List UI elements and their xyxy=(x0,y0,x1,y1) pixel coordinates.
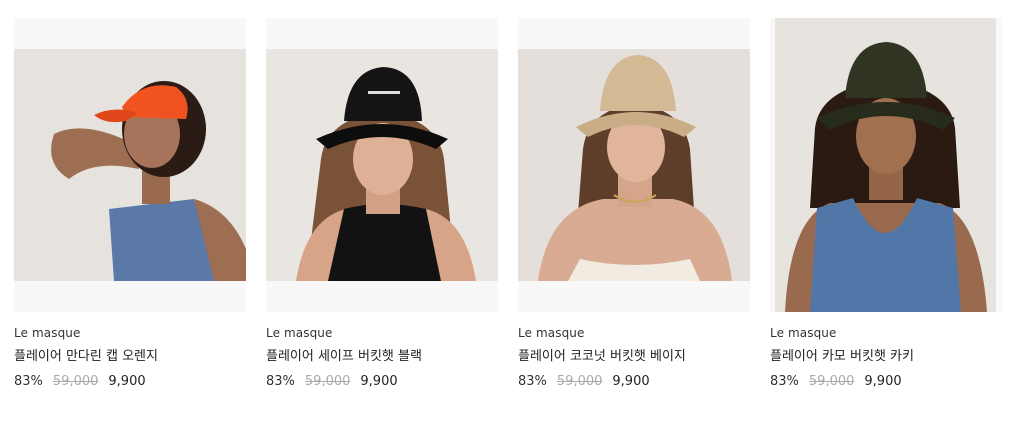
sale-price: 9,900 xyxy=(360,374,398,389)
brand-name[interactable]: Le masque xyxy=(14,326,80,340)
product-image-link[interactable] xyxy=(14,18,246,312)
product-image-link[interactable] xyxy=(518,18,750,312)
discount-rate: 83% xyxy=(266,374,295,389)
sale-price: 9,900 xyxy=(108,374,146,389)
product-photo-khaki-bucket-hat xyxy=(775,18,996,312)
product-image-link[interactable] xyxy=(770,18,1002,312)
product-card[interactable]: Le masque 플레이어 코코넛 버킷햇 베이지 83% 59,000 9,… xyxy=(518,18,750,389)
discount-rate: 83% xyxy=(14,374,43,389)
product-card[interactable]: Le masque 플레이어 카모 버킷햇 카키 83% 59,000 9,90… xyxy=(770,18,1002,389)
sale-price: 9,900 xyxy=(864,374,902,389)
price-row: 83% 59,000 9,900 xyxy=(14,374,146,389)
product-image-link[interactable] xyxy=(266,18,498,312)
price-row: 83% 59,000 9,900 xyxy=(518,374,650,389)
product-grid: Le masque 플레이어 만다린 캡 오렌지 83% 59,000 9,90… xyxy=(0,0,1015,440)
original-price: 59,000 xyxy=(556,374,603,389)
original-price: 59,000 xyxy=(808,374,855,389)
discount-rate: 83% xyxy=(518,374,547,389)
sale-price: 9,900 xyxy=(612,374,650,389)
product-name[interactable]: 플레이어 세이프 버킷햇 블랙 xyxy=(266,345,422,364)
brand-name[interactable]: Le masque xyxy=(518,326,584,340)
price-row: 83% 59,000 9,900 xyxy=(770,374,902,389)
product-card[interactable]: Le masque 플레이어 만다린 캡 오렌지 83% 59,000 9,90… xyxy=(14,18,246,389)
discount-rate: 83% xyxy=(770,374,799,389)
product-name[interactable]: 플레이어 코코넛 버킷햇 베이지 xyxy=(518,345,686,364)
brand-name[interactable]: Le masque xyxy=(770,326,836,340)
price-row: 83% 59,000 9,900 xyxy=(266,374,398,389)
product-card[interactable]: Le masque 플레이어 세이프 버킷햇 블랙 83% 59,000 9,9… xyxy=(266,18,498,389)
product-photo-black-bucket-hat xyxy=(266,49,498,281)
original-price: 59,000 xyxy=(52,374,99,389)
product-name[interactable]: 플레이어 만다린 캡 오렌지 xyxy=(14,345,158,364)
product-name[interactable]: 플레이어 카모 버킷햇 카키 xyxy=(770,345,914,364)
brand-name[interactable]: Le masque xyxy=(266,326,332,340)
product-photo-beige-bucket-hat xyxy=(518,49,750,281)
original-price: 59,000 xyxy=(304,374,351,389)
product-photo-orange-cap xyxy=(14,49,246,281)
